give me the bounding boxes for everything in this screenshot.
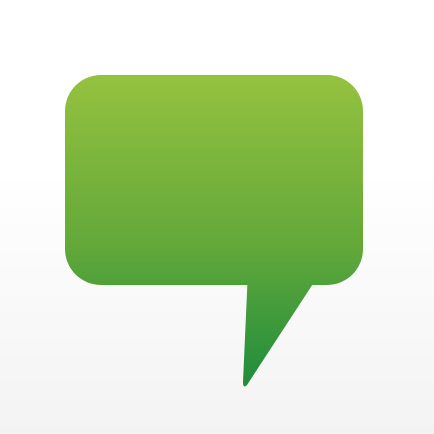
speech-bubble-tail (243, 270, 322, 387)
speech-bubble-body (65, 75, 363, 285)
speech-bubble-icon (65, 75, 363, 387)
app-icon-canvas (65, 75, 363, 387)
